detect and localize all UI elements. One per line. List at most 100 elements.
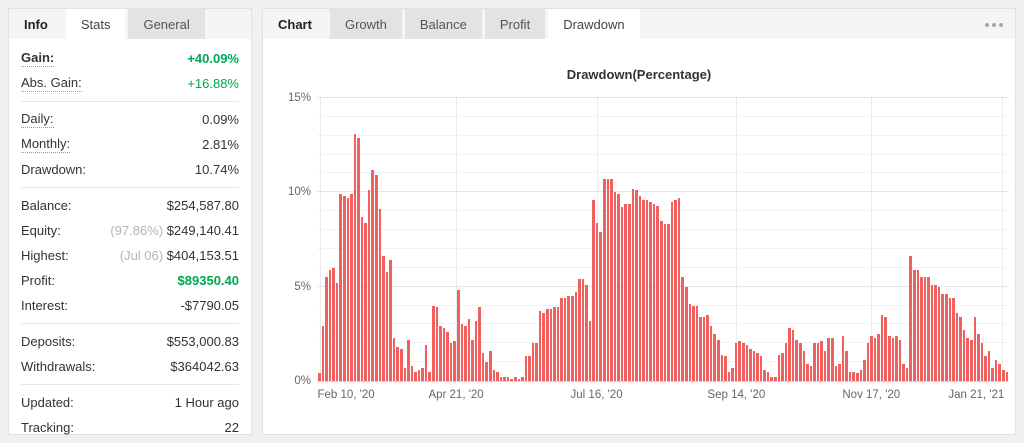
stat-note: (Jul 06) — [120, 248, 167, 263]
drawdown-bar — [678, 198, 681, 381]
drawdown-bar — [364, 223, 367, 381]
drawdown-bar — [988, 351, 991, 381]
drawdown-bar — [482, 353, 485, 381]
stat-value: (Jul 06) $404,153.51 — [120, 248, 239, 263]
stat-row: Highest: (Jul 06) $404,153.51 — [21, 243, 239, 268]
drawdown-bar — [318, 373, 321, 381]
drawdown-bar — [931, 285, 934, 381]
drawdown-bar — [603, 179, 606, 381]
drawdown-bar — [981, 343, 984, 381]
drawdown-bar — [567, 296, 570, 381]
tab-general[interactable]: General — [128, 9, 204, 39]
drawdown-bar — [322, 326, 325, 381]
drawdown-bar — [471, 340, 474, 382]
drawdown-bar — [553, 307, 556, 381]
drawdown-bar — [617, 194, 620, 381]
drawdown-bar — [835, 366, 838, 381]
drawdown-bar — [347, 198, 350, 381]
drawdown-bar — [685, 287, 688, 381]
drawdown-bar — [443, 328, 446, 381]
drawdown-bar — [920, 277, 923, 381]
drawdown-bar — [760, 356, 763, 381]
stat-row: Profit:$89350.40 — [21, 268, 239, 293]
x-axis-line — [317, 381, 1009, 382]
drawdown-bar — [656, 206, 659, 381]
x-axis-label: Jul 16, '20 — [571, 389, 623, 401]
drawdown-bar — [332, 268, 335, 381]
stat-label: Gain: — [21, 50, 54, 67]
x-axis-label: Sep 14, '20 — [707, 389, 765, 401]
tab-profit[interactable]: Profit — [485, 9, 545, 39]
drawdown-bar — [952, 298, 955, 381]
stat-label: Abs. Gain: — [21, 75, 82, 92]
tab-growth[interactable]: Growth — [330, 9, 402, 39]
drawdown-bar — [824, 351, 827, 381]
drawdown-bar — [902, 364, 905, 381]
drawdown-bar — [542, 313, 545, 381]
drawdown-bar — [393, 338, 396, 381]
stat-value: +16.88% — [187, 76, 239, 91]
drawdown-bar — [493, 370, 496, 381]
tab-balance[interactable]: Balance — [405, 9, 482, 39]
drawdown-bar — [557, 307, 560, 381]
drawdown-bar — [742, 343, 745, 381]
drawdown-bar — [856, 373, 859, 381]
tab-info[interactable]: Info — [9, 9, 63, 39]
stat-note: (97.86%) — [110, 223, 166, 238]
drawdown-bar — [681, 277, 684, 381]
tab-chart[interactable]: Chart — [263, 9, 327, 39]
drawdown-bar — [974, 317, 977, 381]
drawdown-bar — [464, 326, 467, 381]
drawdown-bar — [407, 340, 410, 382]
tab-drawdown[interactable]: Drawdown — [548, 9, 639, 39]
drawdown-bar — [699, 317, 702, 381]
drawdown-bar — [432, 306, 435, 381]
drawdown-bar — [917, 270, 920, 381]
stat-row: Equity:(97.86%) $249,140.41 — [21, 218, 239, 243]
drawdown-bar — [781, 353, 784, 381]
drawdown-bar — [831, 338, 834, 381]
drawdown-bar — [592, 200, 595, 381]
ellipsis-icon[interactable] — [985, 23, 1003, 27]
drawdown-bar — [735, 343, 738, 381]
section-divider — [21, 101, 239, 102]
drawdown-bar — [582, 279, 585, 381]
drawdown-bar — [375, 175, 378, 381]
drawdown-bar — [343, 196, 346, 381]
drawdown-bar — [874, 338, 877, 381]
drawdown-bar — [425, 345, 428, 381]
drawdown-bar — [710, 326, 713, 381]
drawdown-bar — [632, 189, 635, 381]
tab-stats[interactable]: Stats — [66, 9, 126, 39]
stats-tabbar: Info Stats General — [9, 9, 251, 39]
stat-row: Monthly:2.81% — [21, 132, 239, 157]
drawdown-bar — [400, 349, 403, 381]
drawdown-bar — [849, 372, 852, 381]
drawdown-bar — [635, 190, 638, 381]
drawdown-bar — [325, 277, 328, 381]
drawdown-bar — [525, 356, 528, 381]
drawdown-bar — [827, 338, 830, 381]
chart-panel: Chart Growth Balance Profit Drawdown Dra… — [262, 8, 1016, 435]
stat-value: $364042.63 — [170, 359, 239, 374]
drawdown-bar — [578, 279, 581, 381]
drawdown-bar — [535, 343, 538, 381]
stat-row: Gain:+40.09% — [21, 46, 239, 71]
drawdown-bar — [589, 321, 592, 381]
drawdown-bar — [870, 336, 873, 381]
drawdown-bar — [1006, 372, 1009, 381]
stat-row: Deposits:$553,000.83 — [21, 329, 239, 354]
drawdown-bar — [927, 277, 930, 381]
drawdown-bar — [607, 179, 610, 381]
stat-row: Drawdown:10.74% — [21, 157, 239, 182]
stat-value: 1 Hour ago — [175, 395, 239, 410]
stat-row: Tracking:22 — [21, 415, 239, 440]
drawdown-bar — [489, 351, 492, 381]
drawdown-bar — [660, 221, 663, 381]
drawdown-bar — [810, 366, 813, 381]
drawdown-bar — [674, 200, 677, 381]
x-axis-label: Nov 17, '20 — [842, 389, 900, 401]
drawdown-bar — [621, 207, 624, 381]
stat-label: Highest: — [21, 248, 69, 263]
drawdown-bar — [959, 317, 962, 381]
